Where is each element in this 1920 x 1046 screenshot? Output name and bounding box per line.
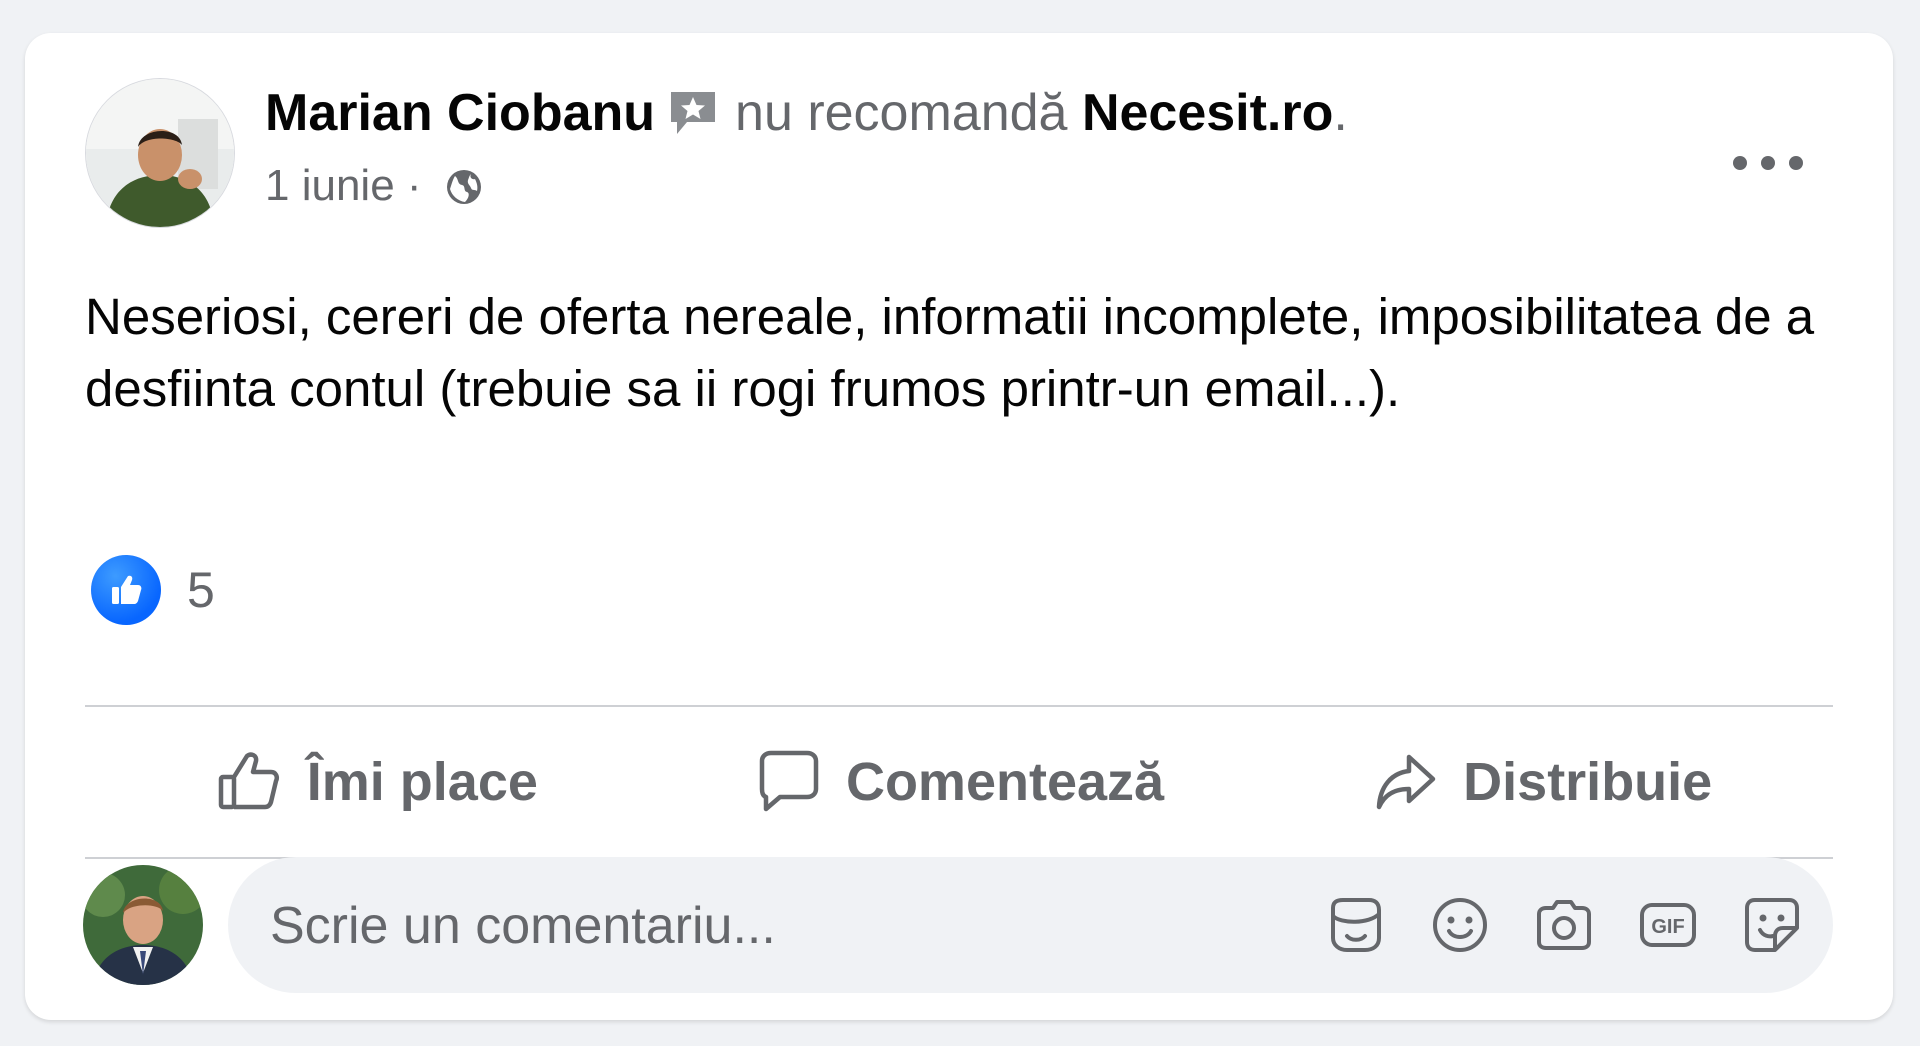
gif-icon[interactable]: GIF xyxy=(1637,894,1699,956)
like-reaction-icon xyxy=(91,555,161,625)
comment-tools: GIF xyxy=(1325,857,1803,993)
comment-composer: GIF xyxy=(228,857,1833,995)
like-label: Îmi place xyxy=(306,752,538,812)
header-end-punct: . xyxy=(1333,84,1348,142)
comment-input[interactable] xyxy=(268,857,1272,995)
reactions-summary[interactable]: 5 xyxy=(91,555,215,625)
share-button[interactable]: Distribuie xyxy=(1250,707,1833,857)
post-date[interactable]: 1 iunie xyxy=(265,161,395,210)
review-badge-icon xyxy=(667,88,719,153)
more-dot-icon xyxy=(1789,156,1803,170)
thumbs-up-icon xyxy=(218,752,279,810)
like-button[interactable]: Îmi place xyxy=(85,707,668,857)
comment-bubble-icon xyxy=(759,750,819,812)
camera-icon[interactable] xyxy=(1533,894,1595,956)
post-card: Marian Ciobanu nu recomandă Necesit.ro. 1… xyxy=(25,33,1893,1020)
action-bar: Îmi place Comentează Distribuie xyxy=(85,707,1833,857)
recommendation-verb: nu recomandă xyxy=(735,84,1068,142)
share-label: Distribuie xyxy=(1463,752,1713,812)
post-header: Marian Ciobanu nu recomandă Necesit.ro. xyxy=(265,81,1348,153)
author-avatar[interactable] xyxy=(85,78,235,228)
post-meta: 1 iunie · xyxy=(265,158,484,221)
more-dot-icon xyxy=(1761,156,1775,170)
sticker-icon[interactable] xyxy=(1741,894,1803,956)
reaction-count[interactable]: 5 xyxy=(187,561,215,619)
meta-separator: · xyxy=(406,161,422,210)
comment-button[interactable]: Comentează xyxy=(668,707,1251,857)
page-link[interactable]: Necesit.ro xyxy=(1082,84,1333,142)
emoji-icon[interactable] xyxy=(1429,894,1491,956)
share-arrow-icon xyxy=(1376,754,1436,810)
more-options-button[interactable] xyxy=(1733,145,1803,181)
current-user-avatar[interactable] xyxy=(83,865,203,985)
author-name[interactable]: Marian Ciobanu xyxy=(265,84,655,142)
globe-icon[interactable] xyxy=(444,165,484,221)
svg-text:GIF: GIF xyxy=(1651,916,1684,938)
avatar-sticker-icon[interactable] xyxy=(1325,894,1387,956)
comment-label: Comentează xyxy=(845,752,1165,812)
post-body: Neseriosi, cereri de oferta nereale, inf… xyxy=(85,288,1815,417)
more-dot-icon xyxy=(1733,156,1747,170)
